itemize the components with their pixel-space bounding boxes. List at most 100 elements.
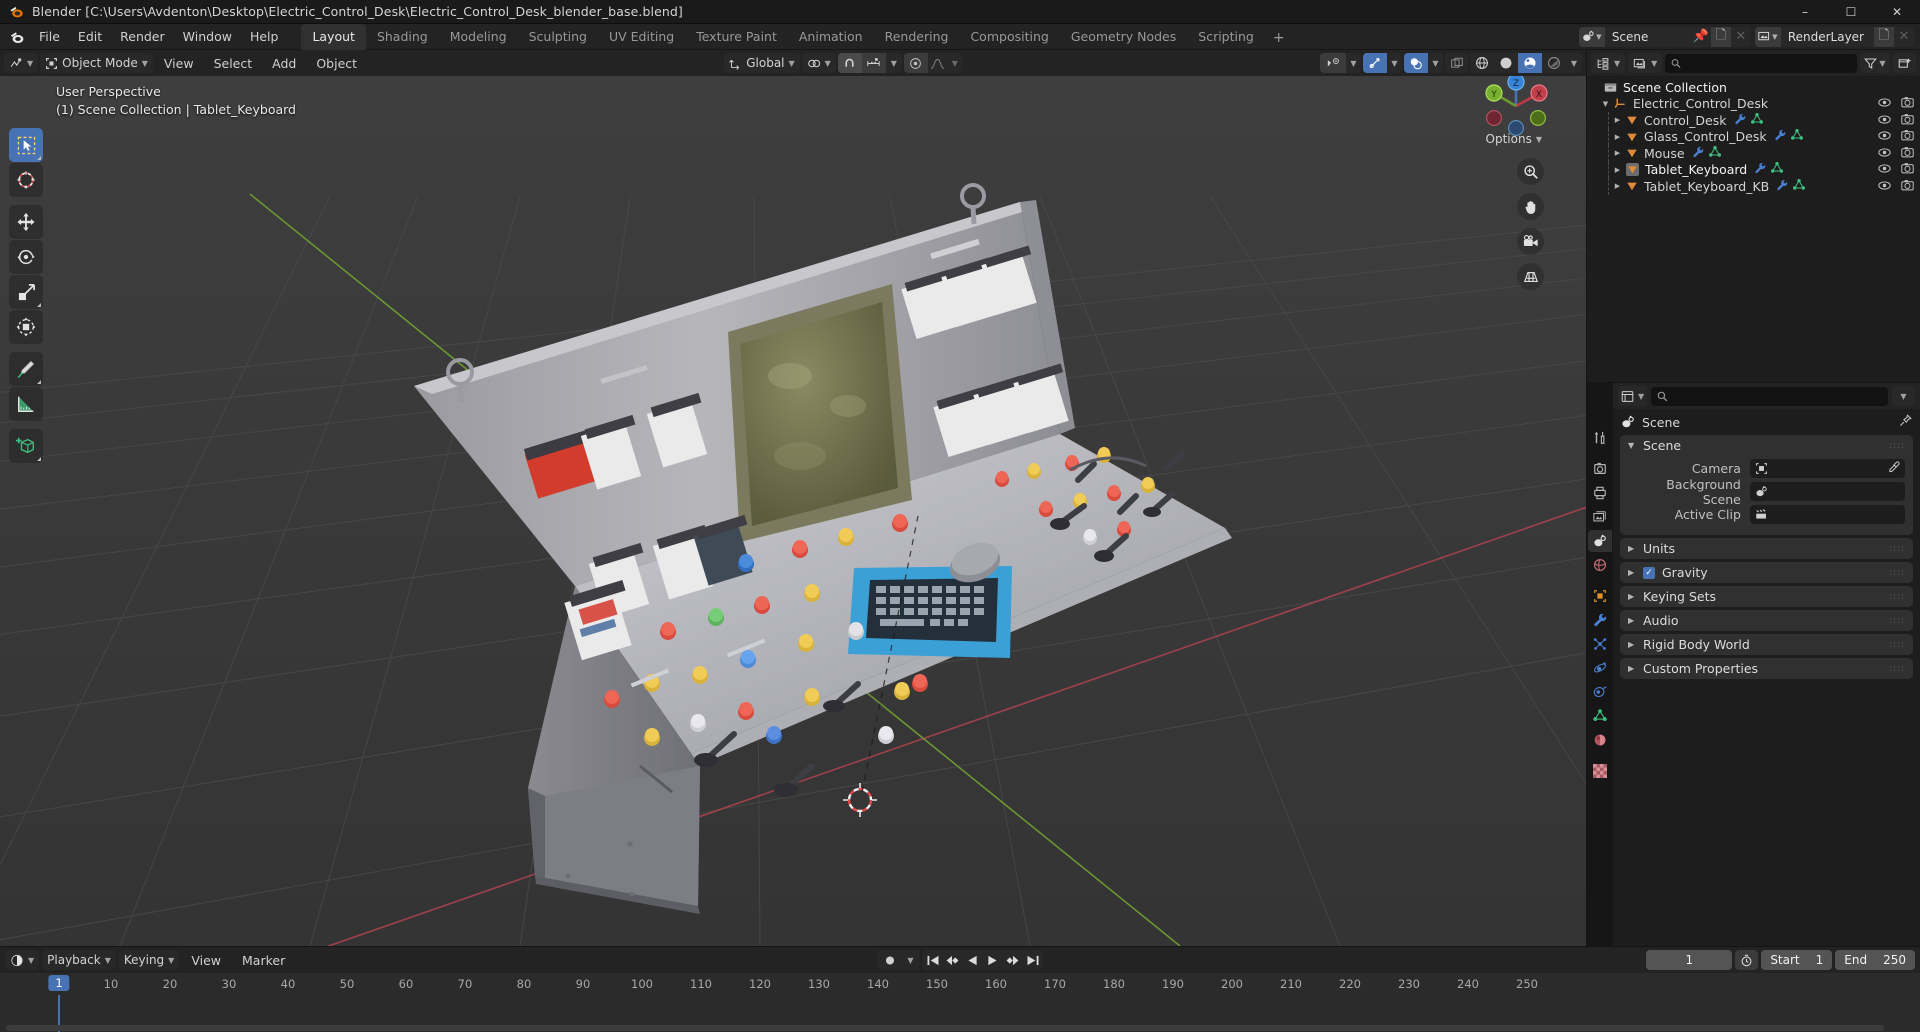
gravity-checkbox[interactable]: ✓	[1643, 566, 1655, 579]
new-scene-icon[interactable]: 🗋	[1710, 26, 1731, 47]
viewport-menu-select[interactable]: Select	[205, 54, 262, 73]
add-workspace-button[interactable]: +	[1265, 26, 1293, 50]
menu-render[interactable]: Render	[111, 26, 174, 47]
pin-id-icon[interactable]	[1899, 414, 1912, 430]
disclosure-triangle-open-icon[interactable]: ▼	[1599, 100, 1612, 108]
timeline-horizontal-scrollbar[interactable]	[6, 1025, 1884, 1031]
properties-options-dropdown-icon[interactable]: ▼	[1892, 386, 1915, 406]
hide-in-viewport-icon[interactable]	[1878, 146, 1891, 161]
menu-window[interactable]: Window	[174, 26, 241, 47]
mesh-data-icon[interactable]	[1771, 162, 1784, 177]
outliner-row-glass-control-desk[interactable]: ▶ Glass_Control_Desk	[1587, 128, 1920, 145]
outliner-row-electric-control-desk[interactable]: ▼ Electric_Control_Desk	[1587, 96, 1920, 113]
object-icon[interactable]	[1588, 585, 1612, 607]
cursor-tool[interactable]	[9, 163, 43, 197]
workspace-tab-compositing[interactable]: Compositing	[959, 24, 1059, 50]
viewport-canvas[interactable]: User Perspective (1) Scene Collection | …	[0, 76, 1586, 946]
viewlayer-selector[interactable]: ▼ RenderLayer 🗋 ✕	[1754, 26, 1914, 47]
timeline-menu-marker[interactable]: Marker	[233, 951, 294, 970]
viewport-menu-view[interactable]: View	[155, 54, 203, 73]
constraints-icon[interactable]	[1588, 681, 1612, 703]
show-overlays-icon[interactable]	[1363, 53, 1387, 73]
modifier-wrench-icon[interactable]	[1754, 162, 1766, 177]
outliner-editor-type-selector[interactable]: ▼	[1591, 53, 1626, 73]
timeline-menu-view[interactable]: View	[182, 951, 230, 970]
background-scene-field[interactable]	[1749, 482, 1905, 501]
workspace-tab-sculpting[interactable]: Sculpting	[518, 24, 598, 50]
mesh-data-icon[interactable]	[1790, 129, 1803, 144]
data-icon[interactable]	[1588, 705, 1612, 727]
modifier-wrench-icon[interactable]	[1774, 129, 1786, 144]
disable-in-renders-icon[interactable]	[1901, 146, 1914, 161]
rotate-tool[interactable]	[9, 240, 43, 274]
workspace-tab-modeling[interactable]: Modeling	[439, 24, 518, 50]
scene-icon[interactable]	[1588, 530, 1612, 552]
timeline-menu-playback[interactable]: Playback ▼	[42, 950, 116, 970]
mesh-data-icon[interactable]	[1708, 145, 1721, 161]
disable-in-renders-icon[interactable]	[1901, 96, 1914, 111]
timeline-track-area[interactable]	[0, 995, 1920, 1032]
panel-custom-properties-header[interactable]: ▶ Custom Properties ::::	[1620, 658, 1913, 679]
hide-in-viewport-icon[interactable]	[1878, 113, 1891, 128]
new-viewlayer-icon[interactable]: 🗋	[1874, 26, 1894, 47]
viewport-menu-add[interactable]: Add	[263, 54, 305, 73]
disclosure-triangle-icon[interactable]: ▶	[1611, 116, 1624, 124]
properties-search-input[interactable]	[1651, 386, 1888, 406]
workspace-tab-uv-editing[interactable]: UV Editing	[598, 24, 685, 50]
disclosure-triangle-icon[interactable]: ▶	[1611, 133, 1624, 141]
workspace-tab-animation[interactable]: Animation	[788, 24, 874, 50]
modifier-wrench-icon[interactable]	[1776, 179, 1788, 194]
hide-in-viewport-icon[interactable]	[1878, 129, 1891, 144]
outliner-row-mouse[interactable]: ▶ Mouse	[1587, 145, 1920, 162]
editor-type-selector[interactable]: ▼	[4, 53, 39, 73]
toggle-xray-icon[interactable]	[1404, 53, 1428, 73]
jump-prev-keyframe-button[interactable]	[943, 950, 963, 970]
blender-menu-icon[interactable]	[4, 26, 30, 48]
play-button[interactable]	[983, 950, 1003, 970]
material-icon[interactable]	[1588, 729, 1612, 751]
timeline-editor-type-selector[interactable]: ▼	[5, 950, 40, 970]
outliner-display-mode-selector[interactable]: ▼	[1628, 53, 1663, 73]
xray-dropdown-icon[interactable]: ▼	[1428, 53, 1443, 73]
gizmo-dropdown-icon[interactable]: ▼	[1346, 53, 1361, 73]
pan-hand-icon[interactable]	[1517, 193, 1544, 220]
disclosure-triangle-icon[interactable]: ▶	[1611, 182, 1624, 190]
workspace-tab-texture-paint[interactable]: Texture Paint	[685, 24, 788, 50]
active-clip-field[interactable]	[1749, 505, 1905, 524]
particles-icon[interactable]	[1588, 633, 1612, 655]
hide-in-viewport-icon[interactable]	[1878, 179, 1891, 194]
zoom-icon[interactable]	[1517, 158, 1544, 185]
minimize-button[interactable]: –	[1782, 0, 1828, 23]
eyedropper-icon[interactable]	[1888, 460, 1900, 477]
disclosure-triangle-icon[interactable]: ▶	[1611, 166, 1624, 174]
mesh-data-icon[interactable]	[1793, 178, 1806, 194]
delete-scene-icon[interactable]: ✕	[1731, 27, 1751, 47]
world-icon[interactable]	[1588, 554, 1612, 576]
panel-scene-header[interactable]: ▼ Scene ::::	[1620, 435, 1913, 456]
pin-scene-icon[interactable]: 📌	[1691, 27, 1711, 47]
workspace-tab-geometry-nodes[interactable]: Geometry Nodes	[1060, 24, 1187, 50]
frame-end-field[interactable]: End 250	[1835, 950, 1915, 970]
disable-in-renders-icon[interactable]	[1901, 179, 1914, 194]
delete-viewlayer-icon[interactable]: ✕	[1894, 27, 1914, 47]
close-button[interactable]: ✕	[1874, 0, 1920, 23]
outliner-row-control-desk[interactable]: ▶ Control_Desk	[1587, 112, 1920, 129]
current-frame-field[interactable]: 1	[1646, 950, 1733, 970]
auto-keying-dropdown-icon[interactable]: ▼	[902, 950, 920, 970]
modifier-icon[interactable]	[1588, 609, 1612, 631]
outliner-search-input[interactable]	[1665, 53, 1857, 73]
interaction-mode-selector[interactable]: Object Mode ▼	[40, 53, 153, 73]
toggle-region-icon[interactable]	[1445, 53, 1468, 73]
transform-pivot-selector[interactable]: ▼	[801, 53, 836, 73]
toggle-ortho-icon[interactable]	[1517, 263, 1544, 290]
workspace-tab-rendering[interactable]: Rendering	[874, 24, 960, 50]
outliner-row-tablet-keyboard[interactable]: ▶ Tablet_Keyboard	[1587, 161, 1920, 178]
camera-field[interactable]	[1749, 459, 1905, 478]
proportional-edit-icon[interactable]	[903, 53, 928, 73]
outliner-new-collection-icon[interactable]	[1893, 53, 1916, 73]
falloff-curve-icon[interactable]	[928, 53, 948, 73]
timeline-menu-keying[interactable]: Keying ▼	[118, 950, 180, 970]
play-reverse-button[interactable]	[963, 950, 983, 970]
timeline-ruler[interactable]: 1 10 20 30 40 50 60 70 80 90 100 110 120…	[0, 973, 1920, 995]
hide-in-viewport-icon[interactable]	[1878, 162, 1891, 177]
